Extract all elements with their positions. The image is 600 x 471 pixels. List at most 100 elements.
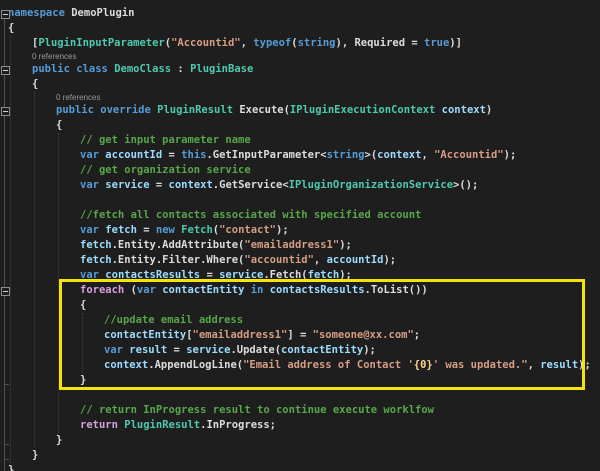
code-token: service	[219, 269, 263, 281]
code-token: service	[186, 344, 230, 356]
code-line[interactable]: {	[0, 298, 600, 313]
code-line[interactable]: return PluginResult.InProgress;	[0, 418, 600, 433]
code-line[interactable]: //update email address	[0, 313, 600, 328]
code-token: context	[104, 359, 148, 371]
collapse-minus-icon[interactable]	[1, 287, 10, 296]
code-line[interactable]: // return InProgress result to continue …	[0, 403, 600, 418]
code-token: public class	[32, 63, 114, 75]
code-line[interactable]: var fetch = new Fetch("contact");	[0, 223, 600, 238]
code-line[interactable]: var contactsResults = service.Fetch(fetc…	[0, 268, 600, 283]
code-token: fetch	[80, 254, 112, 266]
code-token: "contact"	[219, 224, 276, 236]
code-token: true	[424, 37, 449, 49]
code-line[interactable]: public override PluginResult Execute(IPl…	[0, 103, 600, 118]
code-token: accountId	[105, 149, 162, 161]
code-token: IPluginOrganizationService	[289, 179, 453, 191]
blank-line	[0, 193, 600, 208]
code-token: )	[486, 104, 492, 116]
code-token: "Email address of Contact '	[243, 359, 414, 371]
code-token: DemoClass	[114, 63, 171, 75]
code-token: PluginResult	[157, 104, 233, 116]
code-line[interactable]: var accountId = this.GetInputParameter<s…	[0, 148, 600, 163]
code-token: string	[327, 149, 365, 161]
outline-margin-line	[4, 14, 5, 471]
code-line[interactable]: var result = service.Update(contactEntit…	[0, 343, 600, 358]
code-token: var	[80, 269, 99, 281]
codelens-line[interactable]: 0 references	[0, 51, 600, 62]
code-token: //fetch all contacts associated with spe…	[80, 209, 421, 221]
code-line[interactable]: [PluginInputParameter("Accountid", typeo…	[0, 36, 600, 51]
code-line[interactable]: context.AppendLogLine("Email address of …	[0, 358, 600, 373]
code-token: this	[181, 149, 206, 161]
outline-region-end-tick	[5, 384, 9, 385]
code-token: .ToList())	[365, 284, 428, 296]
code-token: fetch	[80, 239, 112, 251]
code-line[interactable]: // get input parameter name	[0, 133, 600, 148]
collapse-minus-icon[interactable]	[1, 66, 10, 75]
code-token: =	[137, 224, 156, 236]
code-token: "Accountid"	[171, 37, 241, 49]
code-token: .Entity.Filter.Where(	[112, 254, 245, 266]
code-line[interactable]: //fetch all contacts associated with spe…	[0, 208, 600, 223]
collapse-minus-icon[interactable]	[1, 10, 10, 19]
code-token: "accountid"	[244, 254, 314, 266]
code-line[interactable]: public class DemoClass : PluginBase	[0, 62, 600, 77]
code-token: //update email address	[104, 314, 243, 326]
code-editor: namespace DemoPlugin{[PluginInputParamet…	[0, 0, 600, 471]
code-line[interactable]: fetch.Entity.AddAttribute("emailaddress1…	[0, 238, 600, 253]
code-line[interactable]: {	[0, 77, 600, 92]
code-token: PluginInputParameter	[38, 37, 164, 49]
code-token: {	[80, 299, 86, 311]
code-token: );	[383, 254, 396, 266]
code-token: );	[504, 149, 517, 161]
code-line[interactable]: }	[0, 463, 600, 471]
outline-region-end-tick	[5, 459, 9, 460]
code-token: ] =	[287, 329, 312, 341]
code-token: var	[104, 344, 123, 356]
code-line[interactable]: }	[0, 448, 600, 463]
code-token: IPluginExecutionContext	[290, 104, 435, 116]
codelens-line[interactable]: 0 references	[0, 92, 600, 103]
code-token: >();	[453, 179, 478, 191]
code-token: >(	[365, 149, 378, 161]
code-token: contactEntity	[104, 329, 186, 341]
code-token: .Fetch(	[263, 269, 307, 281]
code-token: ;	[414, 329, 420, 341]
code-line[interactable]: {	[0, 118, 600, 133]
code-token: ), Required =	[336, 37, 425, 49]
code-line[interactable]: }	[0, 373, 600, 388]
code-token: .Entity.AddAttribute(	[112, 239, 245, 251]
code-area[interactable]: namespace DemoPlugin{[PluginInputParamet…	[0, 6, 600, 471]
code-token: var	[80, 179, 99, 191]
code-line[interactable]: foreach (var contactEntity in contactsRe…	[0, 283, 600, 298]
code-line[interactable]: // get organization service	[0, 163, 600, 178]
code-line[interactable]: namespace DemoPlugin	[0, 6, 600, 21]
code-line[interactable]: }	[0, 433, 600, 448]
code-token: typeof	[253, 37, 291, 49]
code-token: );	[339, 269, 352, 281]
code-token: ,	[421, 149, 434, 161]
code-token: .AppendLogLine(	[148, 359, 243, 371]
code-token: var	[137, 284, 156, 296]
code-token: Fetch	[181, 224, 213, 236]
code-token: {	[56, 119, 62, 131]
code-line[interactable]: var service = context.GetService<IPlugin…	[0, 178, 600, 193]
code-token: }	[80, 374, 86, 386]
code-line[interactable]: contactEntity["emailaddress1"] = "someon…	[0, 328, 600, 343]
code-token: {0}	[414, 359, 433, 371]
code-token: // get organization service	[80, 164, 251, 176]
code-line[interactable]: fetch.Entity.Filter.Where("accountid", a…	[0, 253, 600, 268]
code-token: public override	[56, 104, 157, 116]
code-token: fetch	[308, 269, 340, 281]
code-token: contactEntity	[162, 284, 244, 296]
code-token: context	[377, 149, 421, 161]
code-token: string	[298, 37, 336, 49]
code-token: ,	[241, 37, 254, 49]
code-token: // return InProgress result to continue …	[80, 404, 434, 416]
code-token: "someone@xx.com"	[313, 329, 414, 341]
code-token: .InProgress;	[200, 419, 276, 431]
code-token: context	[169, 179, 213, 191]
collapse-minus-icon[interactable]	[1, 107, 10, 116]
code-token: PluginBase	[190, 63, 253, 75]
code-line[interactable]: {	[0, 21, 600, 36]
